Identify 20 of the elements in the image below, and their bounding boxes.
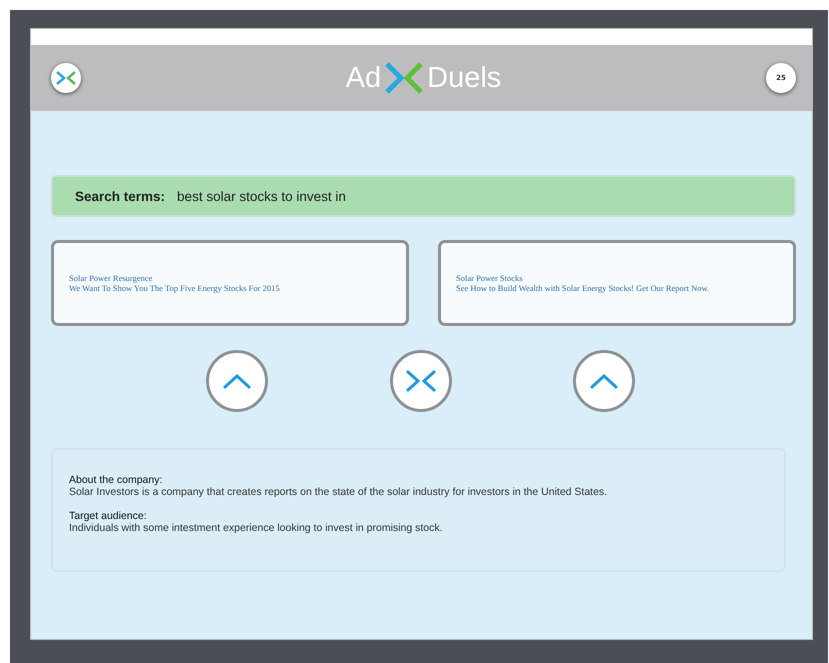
section-text: Individuals with some intestment experience looking to invest in promising stock. bbox=[69, 522, 444, 534]
section-text: Solar Investors is a company that creates reports on the state of the solar industry for investors in the United States. bbox=[69, 486, 608, 498]
chevrons-icon bbox=[406, 370, 436, 392]
chevron-up-icon bbox=[223, 373, 251, 389]
search-label: Search terms: bbox=[75, 188, 166, 204]
section-heading: About the company: bbox=[69, 474, 164, 486]
ad-title: Solar Power Stocks bbox=[456, 272, 524, 283]
section-heading: Target audience: bbox=[69, 510, 148, 522]
chevron-up-icon bbox=[590, 373, 618, 389]
ad-description: See How to Build Wealth with Solar Energy Stocks! Get Our Report Now. bbox=[456, 283, 710, 294]
chevrons-icon bbox=[55, 70, 77, 86]
ad-card[interactable]: Solar Power Resurgence We Want To Show You The Top Five Energy Stocks For 2015 bbox=[51, 240, 409, 326]
chevrons-icon bbox=[384, 61, 424, 95]
logo-text: Ad bbox=[346, 62, 382, 94]
ad-title: Solar Power Resurgence bbox=[69, 272, 154, 283]
ad-description: We Want To Show You The Top Five Energy Stocks For 2015 bbox=[69, 283, 280, 294]
logo-text: Duels bbox=[427, 62, 502, 94]
search-terms: best solar stocks to invest in bbox=[177, 188, 346, 204]
duel-logo-button[interactable] bbox=[51, 63, 81, 93]
ad-card[interactable]: Solar Power Stocks See How to Build Wealth with Solar Energy Stocks! Get Our Report Now. bbox=[438, 240, 796, 326]
